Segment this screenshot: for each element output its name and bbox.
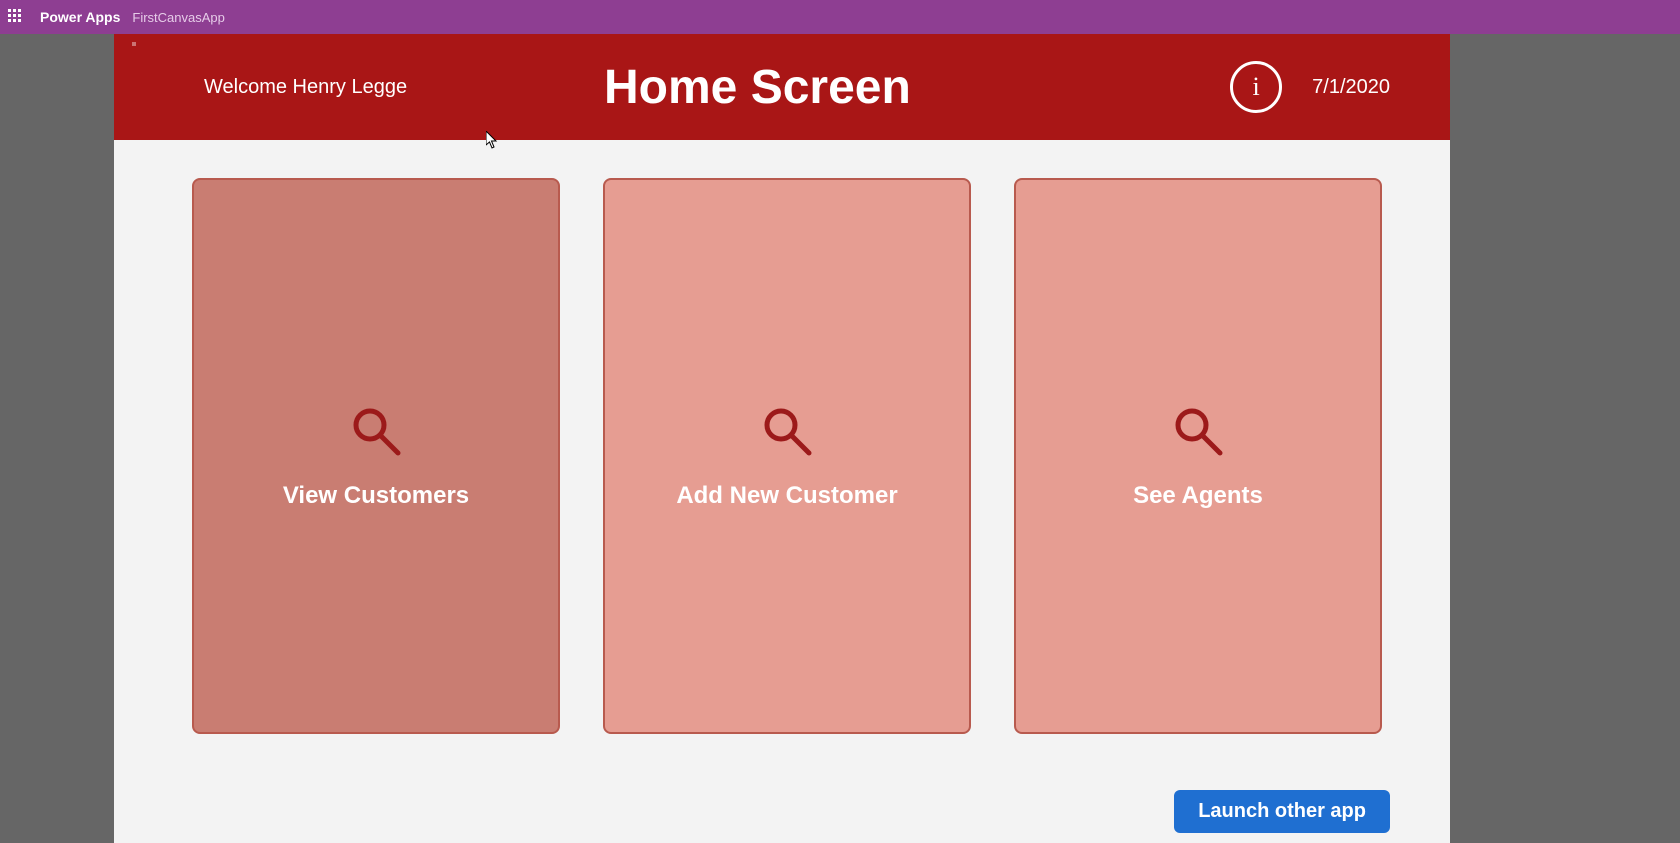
page-title: Home Screen xyxy=(604,60,1230,115)
search-icon xyxy=(348,403,404,464)
card-label: Add New Customer xyxy=(676,482,897,510)
app-header: Welcome Henry Legge Home Screen i 7/1/20… xyxy=(114,34,1450,140)
card-view-customers[interactable]: View Customers xyxy=(192,178,560,734)
search-icon xyxy=(1170,403,1226,464)
decor-dot xyxy=(132,42,136,46)
app-canvas: Welcome Henry Legge Home Screen i 7/1/20… xyxy=(114,34,1450,843)
cards-area: View Customers Add New Customer See Agen… xyxy=(114,140,1450,734)
card-see-agents[interactable]: See Agents xyxy=(1014,178,1382,734)
search-icon xyxy=(759,403,815,464)
info-icon[interactable]: i xyxy=(1230,61,1282,113)
welcome-label: Welcome Henry Legge xyxy=(204,76,584,99)
waffle-icon[interactable] xyxy=(8,9,24,25)
card-add-new-customer[interactable]: Add New Customer xyxy=(603,178,971,734)
card-label: See Agents xyxy=(1133,482,1263,510)
app-name-label: FirstCanvasApp xyxy=(132,10,224,25)
card-label: View Customers xyxy=(283,482,469,510)
info-glyph: i xyxy=(1253,72,1260,102)
date-label: 7/1/2020 xyxy=(1312,76,1390,99)
launch-other-app-button[interactable]: Launch other app xyxy=(1174,790,1390,833)
brand-label[interactable]: Power Apps xyxy=(40,9,120,25)
top-bar: Power Apps FirstCanvasApp xyxy=(0,0,1680,34)
